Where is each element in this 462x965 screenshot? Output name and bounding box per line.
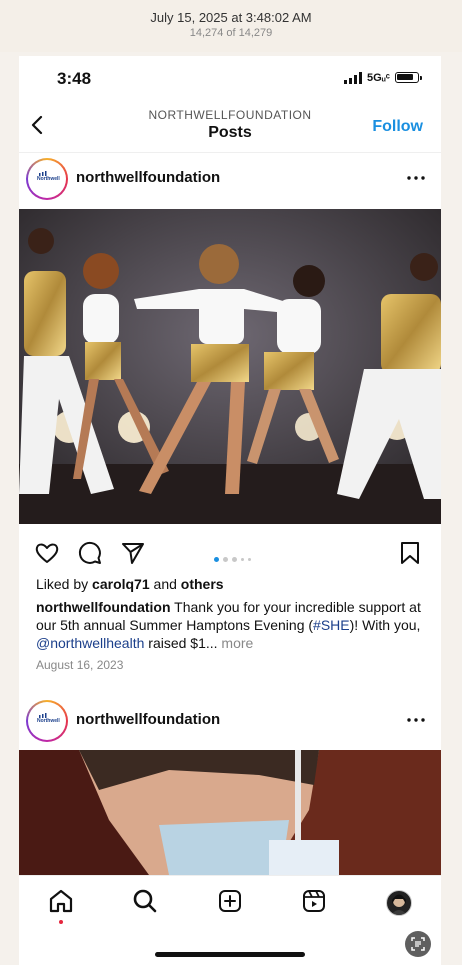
likes-others: others <box>180 576 224 592</box>
share-icon[interactable] <box>120 540 146 566</box>
status-time: 3:48 <box>57 69 92 88</box>
post-photo[interactable] <box>19 750 441 875</box>
avatar-logo-text: Northwell <box>37 718 60 724</box>
mention-link[interactable]: @northwellhealth <box>36 635 144 651</box>
post-actions <box>19 532 441 572</box>
photo-viewer-header: July 15, 2025 at 3:48:02 AM 14,274 of 14… <box>0 0 462 52</box>
more-options-icon[interactable] <box>407 176 425 180</box>
home-icon[interactable] <box>48 888 74 914</box>
caption-username[interactable]: northwellfoundation <box>36 599 171 615</box>
heart-icon[interactable] <box>34 540 60 566</box>
avatar-logo-text: Northwell <box>37 176 60 182</box>
more-options-icon[interactable] <box>407 718 425 722</box>
create-icon[interactable] <box>217 888 243 914</box>
status-bar: 3:48 5Gᵤᶜ <box>19 56 441 100</box>
posts-header: NORTHWELLFOUNDATION Posts Follow <box>19 100 441 153</box>
network-type: 5Gᵤᶜ <box>367 72 390 84</box>
caption-more-link[interactable]: more <box>218 635 253 651</box>
post-caption: northwellfoundation Thank you for your i… <box>36 599 421 651</box>
profile-avatar[interactable] <box>386 890 412 916</box>
phone-screen: 3:48 5Gᵤᶜ NORTHWELLFOUNDATION Posts Foll… <box>19 56 441 965</box>
photo-count: 14,274 of 14,279 <box>189 27 273 39</box>
post-photo[interactable] <box>19 209 441 524</box>
post-username[interactable]: northwellfoundation <box>76 169 220 186</box>
photo-date: July 15, 2025 at 3:48:02 AM <box>150 10 312 25</box>
notification-dot <box>59 920 63 924</box>
signal-icon <box>344 72 362 84</box>
avatar[interactable]: Northwell <box>26 158 68 200</box>
bottom-tab-bar <box>19 875 441 965</box>
carousel-indicator <box>214 549 255 562</box>
post-date: August 16, 2023 <box>36 658 124 672</box>
home-indicator[interactable] <box>155 952 305 957</box>
post-username[interactable]: northwellfoundation <box>76 711 220 728</box>
hashtag-link[interactable]: #SHE <box>313 617 350 633</box>
reels-icon[interactable] <box>301 888 327 914</box>
likes-text[interactable]: Liked by carolq71 and others <box>36 576 224 592</box>
search-icon[interactable] <box>132 888 158 914</box>
post-header: Northwell northwellfoundation <box>19 156 441 202</box>
liked-by-user: carolq71 <box>92 576 150 592</box>
battery-icon <box>395 72 422 83</box>
post-header: Northwell northwellfoundation <box>19 698 441 744</box>
avatar[interactable]: Northwell <box>26 700 68 742</box>
follow-button[interactable]: Follow <box>372 118 423 136</box>
bookmark-icon[interactable] <box>397 540 423 566</box>
comment-icon[interactable] <box>77 540 103 566</box>
live-text-scan-icon[interactable] <box>405 931 431 957</box>
